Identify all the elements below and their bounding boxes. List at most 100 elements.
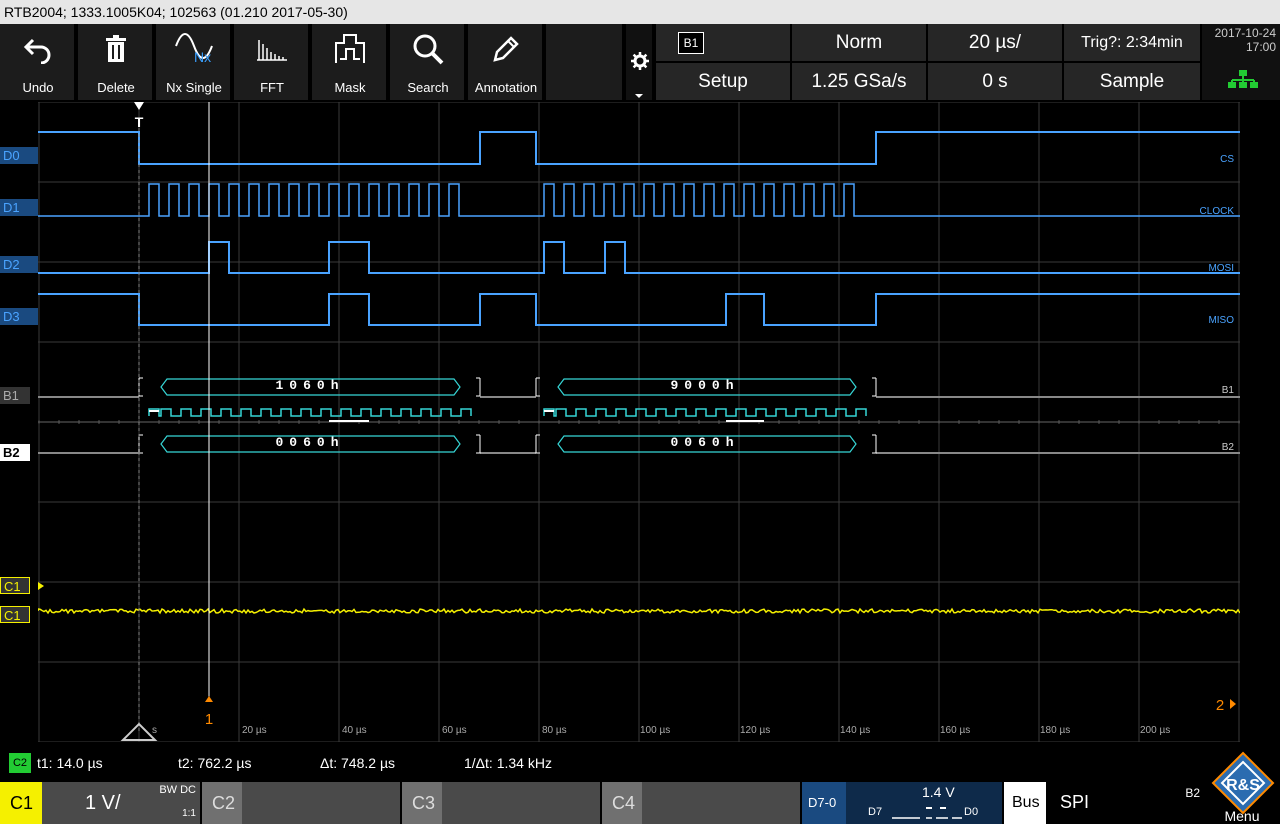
channel-label-d0[interactable]: D0 [0, 147, 38, 164]
reference-arrow-icon [1230, 699, 1236, 709]
b2-frame-1-bracket-left [138, 434, 143, 454]
cursor-1-arrow-icon [205, 696, 213, 702]
c3-settings[interactable] [442, 782, 600, 824]
channel-label-b1[interactable]: B1 [0, 387, 30, 404]
x-tick-120: 120 µs [740, 725, 771, 736]
cursor-badge[interactable]: C2 [9, 753, 31, 773]
b2-frame-2[interactable]: 0060h [595, 435, 815, 450]
trigger-marker: T [135, 114, 144, 130]
annotation-button[interactable]: Annotation [468, 24, 544, 100]
c1-tab[interactable]: C1 [0, 782, 42, 824]
c1-scale: 1 V/ [85, 792, 121, 814]
bus-badge: B1 [678, 32, 704, 54]
x-tick-200: 200 µs [1140, 725, 1171, 736]
acquisition-mode-cell[interactable]: Sample [1064, 63, 1200, 100]
digital-settings[interactable]: 1.4 V D7 D0 [846, 782, 1002, 824]
menu-label: Menu [1224, 808, 1260, 824]
cursor-delta-t: Δt: 748.2 µs [320, 755, 396, 771]
bus-settings[interactable]: SPI B2 [1046, 782, 1204, 824]
sample-rate-cell[interactable]: 1.25 GSa/s [792, 63, 926, 100]
c1-ratio: 1:1 [182, 808, 196, 819]
b1-frame-2-bracket-right [872, 377, 877, 397]
network-icon [1228, 70, 1258, 93]
bus-protocol: SPI [1060, 792, 1090, 812]
nx-single-label: Nx Single [166, 80, 222, 95]
nx-glyph: Nx [194, 49, 211, 65]
nx-single-button[interactable]: Nx Nx Single [156, 24, 232, 100]
bus-id: B2 [1185, 786, 1200, 800]
time-text: 17:00 [1245, 40, 1276, 54]
trace-name-cs: CS [1220, 154, 1234, 165]
toolbar: Undo Delete Nx Nx Single FFT Mask Search [0, 24, 1280, 100]
toolbar-empty-slot[interactable] [546, 24, 624, 100]
x-tick-100: 100 µs [640, 725, 671, 736]
b1-frame-1[interactable]: 1060h [200, 378, 420, 393]
datetime-panel: 2017-10-24 17:00 [1202, 24, 1280, 100]
channel-label-b2[interactable]: B2 [0, 444, 30, 461]
bus-tab[interactable]: Bus [1004, 782, 1046, 824]
offset-cell[interactable]: 0 s [928, 63, 1062, 100]
c2-settings[interactable] [242, 782, 400, 824]
c1-trigger-level-icon [38, 582, 44, 590]
channel-label-d2[interactable]: D2 [0, 256, 38, 273]
x-tick-180: 180 µs [1040, 725, 1071, 736]
search-button[interactable]: Search [390, 24, 466, 100]
x-tick-60: 60 µs [442, 725, 467, 736]
trace-name-miso: MISO [1208, 315, 1234, 326]
channel-label-c1[interactable]: C1 [0, 606, 30, 623]
trigger-status-cell[interactable]: Trig?: 2:34min [1064, 24, 1200, 61]
reference-marker[interactable]: 2 [1216, 697, 1224, 714]
timebase-cell[interactable]: 20 µs/ [928, 24, 1062, 61]
cursor-t1: t1: 14.0 µs [37, 755, 103, 771]
mask-button[interactable]: Mask [312, 24, 388, 100]
bus-select-cell[interactable]: B1 [656, 24, 790, 61]
fft-button[interactable]: FFT [234, 24, 310, 100]
undo-button[interactable]: Undo [0, 24, 76, 100]
setup-cell[interactable]: Setup [656, 63, 790, 100]
channel-label-d3[interactable]: D3 [0, 308, 38, 325]
b2-frame-1[interactable]: 0060h [200, 435, 420, 450]
trigger-mode-cell[interactable]: Norm [792, 24, 926, 61]
b1-frame-1-bracket-left [138, 377, 143, 397]
mask-icon [312, 30, 388, 68]
search-label: Search [407, 80, 449, 95]
x-tick-140: 140 µs [840, 725, 871, 736]
window-title: RTB2004; 1333.1005K04; 102563 (01.210 20… [0, 0, 1280, 24]
cursor-1-marker[interactable]: 1 [205, 711, 213, 728]
channel-label-c1-trigger[interactable]: C1 [0, 577, 30, 594]
x-tick-160: 160 µs [940, 725, 971, 736]
fft-icon [234, 30, 310, 68]
channel-label-d1[interactable]: D1 [0, 199, 38, 216]
cursor-t2: t2: 762.2 µs [178, 755, 252, 771]
b1-mini-clock-1 [148, 408, 472, 417]
cursor-readout-bar[interactable]: C2 t1: 14.0 µs t2: 762.2 µs Δt: 748.2 µs… [0, 750, 1280, 776]
b1-frame-1-bracket-right [476, 377, 481, 397]
c1-bandwidth: BW DC [159, 784, 196, 796]
toolbar-settings-button[interactable] [626, 24, 654, 100]
x-tick-40: 40 µs [342, 725, 367, 736]
trace-name-b1: B1 [1221, 385, 1234, 396]
c2-tab[interactable]: C2 [202, 782, 242, 824]
c4-settings[interactable] [642, 782, 800, 824]
undo-label: Undo [22, 80, 54, 95]
x-tick-0: s [152, 725, 157, 736]
menu-button[interactable]: R&S Menu [1206, 751, 1280, 824]
channel-bar: C1 1 V/ BW DC 1:1 C2 C3 C4 D7-0 1.4 V D7… [0, 751, 1280, 824]
trace-name-mosi: MOSI [1208, 263, 1234, 274]
cursor-inverse-delta-t: 1/Δt: 1.34 kHz [464, 755, 552, 771]
nx-single-icon: Nx [156, 30, 232, 68]
mask-label: Mask [334, 80, 366, 95]
x-tick-20: 20 µs [242, 725, 267, 736]
delete-label: Delete [97, 80, 135, 95]
b2-frame-2-bracket-right [872, 434, 877, 454]
c3-tab[interactable]: C3 [402, 782, 442, 824]
b1-frame-2[interactable]: 9000h [595, 378, 815, 393]
digital-tab[interactable]: D7-0 [802, 782, 846, 824]
trash-icon [78, 30, 154, 68]
c4-tab[interactable]: C4 [602, 782, 642, 824]
waveform-display[interactable]: T 1 2 [38, 102, 1240, 742]
delete-button[interactable]: Delete [78, 24, 154, 100]
c1-settings[interactable]: 1 V/ BW DC 1:1 [42, 782, 200, 824]
gear-icon [629, 50, 651, 77]
b1-mini-clock-2 [543, 408, 867, 417]
